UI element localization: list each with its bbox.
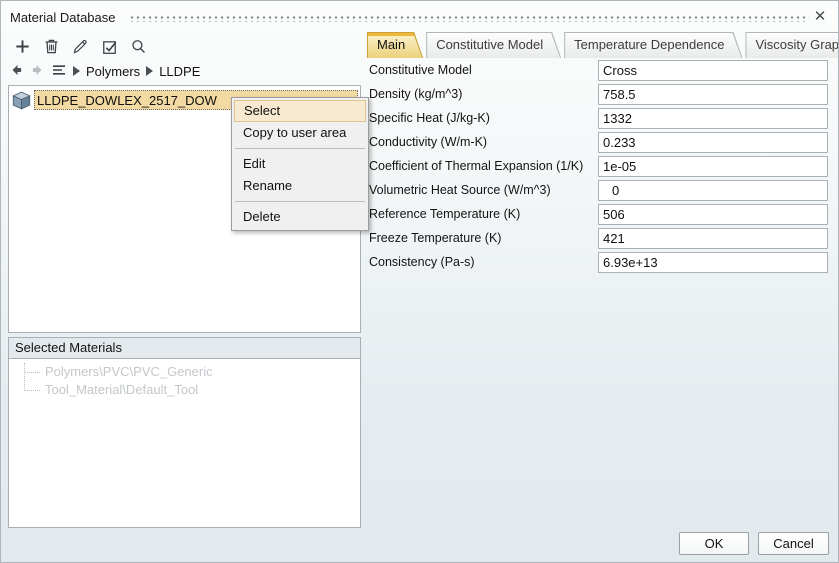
form-row: Freeze Temperature (K) xyxy=(369,228,831,252)
edit-button[interactable] xyxy=(71,37,89,55)
form-row: Constitutive Model xyxy=(369,60,831,84)
title-bar: Material Database ✕ xyxy=(1,1,838,31)
menu-item-copy-to-user-area[interactable]: Copy to user area xyxy=(234,122,366,144)
tab-temperature-dependence[interactable]: Temperature Dependence xyxy=(564,32,742,58)
selected-material-entry[interactable]: Polymers\PVC\PVC_Generic xyxy=(9,363,360,381)
density-input[interactable] xyxy=(598,84,828,105)
volumetric-heat-source-input[interactable] xyxy=(598,180,828,201)
back-arrow-icon[interactable] xyxy=(9,63,24,80)
close-icon[interactable]: ✕ xyxy=(811,8,829,26)
cancel-button[interactable]: Cancel xyxy=(758,532,829,555)
forward-arrow-icon[interactable] xyxy=(30,63,45,80)
form-row: Coefficient of Thermal Expansion (1/K) xyxy=(369,156,831,180)
toolbar xyxy=(13,35,147,57)
breadcrumb-segment-polymers[interactable]: Polymers xyxy=(86,64,140,79)
drag-handle[interactable] xyxy=(129,14,809,22)
field-label-consistency: Consistency (Pa-s) xyxy=(369,252,475,273)
search-icon xyxy=(130,38,147,55)
trash-icon xyxy=(43,38,60,55)
material-database-dialog: Material Database ✕ xyxy=(0,0,839,563)
ok-button[interactable]: OK xyxy=(679,532,749,555)
specific-heat-input[interactable] xyxy=(598,108,828,129)
field-label-thermal-expansion: Coefficient of Thermal Expansion (1/K) xyxy=(369,156,583,177)
breadcrumb: Polymers LLDPE xyxy=(9,62,200,80)
thermal-expansion-input[interactable] xyxy=(598,156,828,177)
constitutive-model-input[interactable] xyxy=(598,60,828,81)
consistency-input[interactable] xyxy=(598,252,828,273)
main-tab-form: Constitutive Model Density (kg/m^3) Spec… xyxy=(369,60,831,276)
search-button[interactable] xyxy=(129,37,147,55)
menu-item-delete[interactable]: Delete xyxy=(234,206,366,228)
freeze-temperature-input[interactable] xyxy=(598,228,828,249)
tab-bar: Main Constitutive Model Temperature Depe… xyxy=(367,32,839,58)
form-row: Reference Temperature (K) xyxy=(369,204,831,228)
selected-materials-list[interactable]: Polymers\PVC\PVC_Generic Tool_Material\D… xyxy=(8,358,361,528)
field-label-freeze-temperature: Freeze Temperature (K) xyxy=(369,228,501,249)
breadcrumb-arrow-icon xyxy=(73,66,80,76)
field-label-conductivity: Conductivity (W/m-K) xyxy=(369,132,487,153)
pencil-icon xyxy=(72,38,89,55)
conductivity-input[interactable] xyxy=(598,132,828,153)
selected-materials-header: Selected Materials xyxy=(8,337,361,358)
context-menu: Select Copy to user area Edit Rename Del… xyxy=(231,97,369,231)
apply-selection-button[interactable] xyxy=(100,37,118,55)
selected-material-entry[interactable]: Tool_Material\Default_Tool xyxy=(9,381,360,399)
add-button[interactable] xyxy=(13,37,31,55)
form-row: Volumetric Heat Source (W/m^3) xyxy=(369,180,831,204)
menu-separator xyxy=(235,201,365,202)
tab-main[interactable]: Main xyxy=(367,32,423,58)
reference-temperature-input[interactable] xyxy=(598,204,828,225)
field-label-density: Density (kg/m^3) xyxy=(369,84,462,105)
checkbox-check-icon xyxy=(101,38,118,55)
field-label-volumetric-heat-source: Volumetric Heat Source (W/m^3) xyxy=(369,180,551,201)
menu-separator xyxy=(235,148,365,149)
breadcrumb-segment-lldpe[interactable]: LLDPE xyxy=(159,64,200,79)
dialog-title: Material Database xyxy=(10,10,116,25)
field-label-reference-temperature: Reference Temperature (K) xyxy=(369,204,520,225)
form-row: Conductivity (W/m-K) xyxy=(369,132,831,156)
field-label-constitutive-model: Constitutive Model xyxy=(369,60,472,81)
material-cube-icon xyxy=(12,90,34,110)
field-label-specific-heat: Specific Heat (J/kg-K) xyxy=(369,108,490,129)
delete-button[interactable] xyxy=(42,37,60,55)
tab-constitutive-model[interactable]: Constitutive Model xyxy=(426,32,561,58)
menu-item-rename[interactable]: Rename xyxy=(234,175,366,197)
list-icon[interactable] xyxy=(51,63,67,80)
breadcrumb-arrow-icon xyxy=(146,66,153,76)
form-row: Specific Heat (J/kg-K) xyxy=(369,108,831,132)
plus-icon xyxy=(14,38,31,55)
menu-item-edit[interactable]: Edit xyxy=(234,153,366,175)
tab-viscosity-graph[interactable]: Viscosity Graph xyxy=(745,32,839,58)
menu-item-select[interactable]: Select xyxy=(234,100,366,122)
form-row: Consistency (Pa-s) xyxy=(369,252,831,276)
form-row: Density (kg/m^3) xyxy=(369,84,831,108)
